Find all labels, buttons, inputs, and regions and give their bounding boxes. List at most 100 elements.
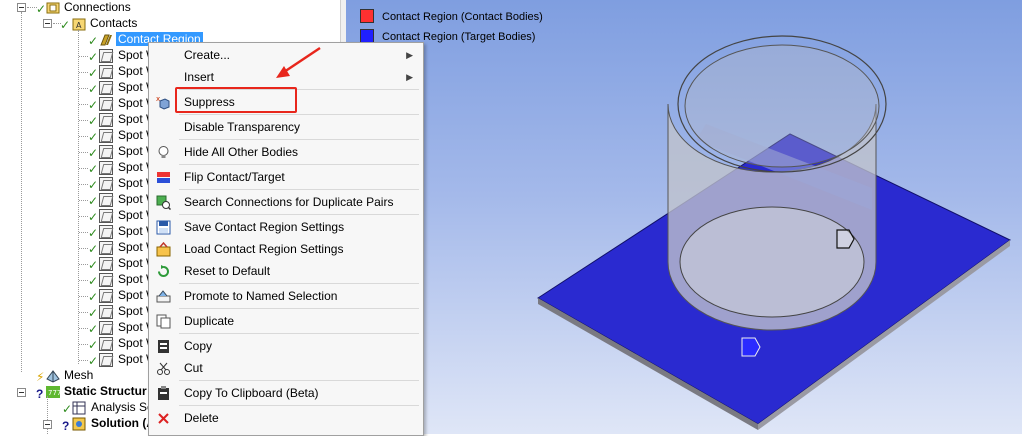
- check-icon: ✓: [62, 402, 73, 416]
- tree-connector: [79, 280, 88, 281]
- spot-weld-icon: [99, 321, 113, 335]
- check-icon: ✓: [88, 274, 99, 288]
- collapse-toggle-static-structural[interactable]: [17, 388, 26, 397]
- graphics-viewport[interactable]: Contact Region (Contact Bodies) Contact …: [346, 0, 1022, 434]
- tree-connector: [79, 168, 88, 169]
- svg-text:x: x: [156, 95, 160, 103]
- cut-icon: [156, 361, 171, 376]
- connections-icon: [46, 1, 60, 15]
- lightning-icon: ⚡: [36, 370, 45, 384]
- reset-icon: [156, 264, 171, 279]
- mesh-icon: [46, 369, 60, 383]
- tree-connector: [79, 152, 88, 153]
- contact-region-icon: [99, 33, 113, 47]
- menu-separator: [179, 405, 419, 406]
- tree-item-contacts[interactable]: Contacts: [90, 16, 137, 30]
- tree-item-static-structural[interactable]: Static Structur: [64, 384, 147, 398]
- tree-connector: [79, 120, 88, 121]
- check-icon: ✓: [88, 50, 99, 64]
- menu-item-promote-to-named-selection[interactable]: Promote to Named Selection: [149, 285, 423, 307]
- spot-weld-icon: [99, 353, 113, 367]
- tree-connector: [79, 296, 88, 297]
- spot-weld-icon: [99, 49, 113, 63]
- menu-label: Flip Contact/Target: [184, 170, 285, 184]
- tree-connector: [79, 328, 88, 329]
- menu-item-load-contact-region-settings[interactable]: Load Contact Region Settings: [149, 238, 423, 260]
- tree-connector: [79, 344, 88, 345]
- menu-separator: [179, 308, 419, 309]
- menu-label: Duplicate: [184, 314, 235, 328]
- menu-label: Load Contact Region Settings: [184, 242, 344, 256]
- spot-weld-icon: [99, 81, 113, 95]
- lightbulb-icon: [156, 145, 171, 160]
- context-menu: Create... ▶ Insert ▶ x Suppress Disable …: [148, 42, 424, 436]
- svg-text:777: 777: [48, 389, 60, 397]
- named-selection-icon: [156, 289, 171, 304]
- menu-item-disable-transparency[interactable]: Disable Transparency: [149, 116, 423, 138]
- tree-connector: [79, 56, 88, 57]
- menu-separator: [179, 380, 419, 381]
- spot-weld-icon: [99, 257, 113, 271]
- menu-label: Promote to Named Selection: [184, 289, 338, 303]
- menu-separator: [179, 114, 419, 115]
- menu-separator: [179, 214, 419, 215]
- menu-separator: [179, 189, 419, 190]
- collapse-toggle-solution[interactable]: [43, 420, 52, 429]
- menu-item-flip-contact-target[interactable]: Flip Contact/Target: [149, 166, 423, 188]
- check-icon: ✓: [88, 178, 99, 192]
- check-icon: ✓: [88, 258, 99, 272]
- clipboard-icon: [156, 386, 171, 401]
- spot-weld-icon: [99, 129, 113, 143]
- menu-separator: [179, 164, 419, 165]
- menu-item-duplicate[interactable]: Duplicate: [149, 310, 423, 332]
- menu-item-save-contact-region-settings[interactable]: Save Contact Region Settings: [149, 216, 423, 238]
- spot-weld-icon: [99, 241, 113, 255]
- contacts-folder-icon: A: [72, 17, 86, 31]
- save-icon: [156, 220, 171, 235]
- collapse-toggle-contacts[interactable]: [43, 19, 52, 28]
- tree-item-solution[interactable]: Solution (A: [91, 416, 155, 430]
- menu-label: Insert: [184, 70, 215, 84]
- question-icon: ?: [36, 387, 44, 401]
- menu-label: Hide All Other Bodies: [184, 145, 299, 159]
- check-icon: ✓: [88, 194, 99, 208]
- svg-text:A: A: [76, 21, 82, 30]
- cylinder-bottom-rim: [679, 206, 865, 318]
- check-icon: ✓: [88, 82, 99, 96]
- menu-item-cut[interactable]: Cut: [149, 357, 423, 379]
- tree-item-mesh[interactable]: Mesh: [64, 368, 93, 382]
- check-icon: ✓: [88, 338, 99, 352]
- menu-label: Save Contact Region Settings: [184, 220, 345, 234]
- tree-item-connections[interactable]: Connections: [64, 0, 131, 14]
- static-structural-icon: 777: [46, 385, 61, 399]
- tree-connector: [79, 232, 88, 233]
- menu-item-copy-to-clipboard[interactable]: Copy To Clipboard (Beta): [149, 382, 423, 404]
- search-connections-icon: [156, 195, 172, 211]
- tree-connector: [79, 360, 88, 361]
- check-icon: ✓: [36, 2, 47, 16]
- copy-icon: [156, 339, 171, 354]
- check-icon: ✓: [88, 146, 99, 160]
- menu-item-hide-all-other-bodies[interactable]: Hide All Other Bodies: [149, 141, 423, 163]
- tree-connector: [79, 136, 88, 137]
- tree-connector: [21, 12, 22, 372]
- spot-weld-icon: [99, 65, 113, 79]
- menu-label: Disable Transparency: [184, 120, 301, 134]
- collapse-toggle-connections[interactable]: [17, 3, 26, 12]
- spot-weld-icon: [99, 225, 113, 239]
- menu-item-search-connections[interactable]: Search Connections for Duplicate Pairs: [149, 191, 423, 213]
- menu-item-reset-to-default[interactable]: Reset to Default: [149, 260, 423, 282]
- duplicate-icon: [156, 314, 171, 329]
- check-icon: ✓: [88, 354, 99, 368]
- menu-label: Cut: [184, 361, 203, 375]
- menu-separator: [179, 333, 419, 334]
- spot-weld-icon: [99, 193, 113, 207]
- menu-label: Delete: [184, 411, 219, 425]
- tree-connector: [79, 104, 88, 105]
- solution-icon: [72, 417, 86, 431]
- menu-item-delete[interactable]: Delete: [149, 407, 423, 429]
- menu-label: Create...: [184, 48, 231, 62]
- tree-connector: [79, 248, 88, 249]
- tree-connector: [79, 264, 88, 265]
- menu-item-copy[interactable]: Copy: [149, 335, 423, 357]
